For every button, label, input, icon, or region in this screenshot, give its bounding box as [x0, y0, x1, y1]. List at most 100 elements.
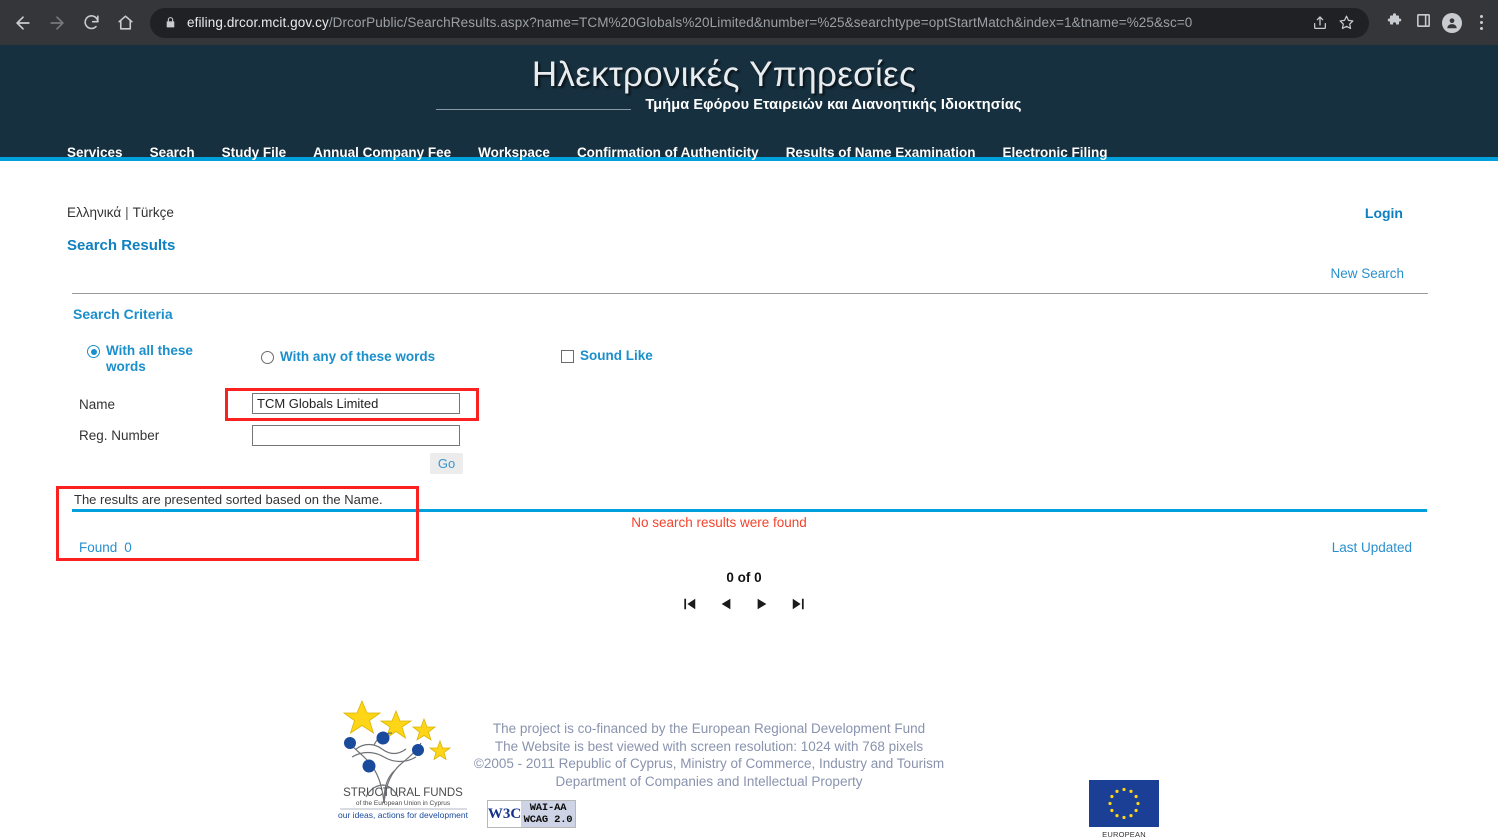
previous-page-button[interactable]: [718, 596, 734, 612]
w3c-badge-line2: WCAG 2.0: [523, 814, 573, 826]
footer-line-2: The Website is best viewed with screen r…: [494, 738, 924, 754]
share-icon: [1314, 15, 1326, 29]
address-bar[interactable]: efiling.drcor.mcit.gov.cy/DrcorPublic/Se…: [150, 7, 1369, 38]
previous-page-icon: [721, 598, 731, 610]
footer-line-4: Department of Companies and Intellectual…: [555, 773, 863, 789]
side-panel-button[interactable]: [1415, 12, 1432, 34]
nav-item-workspace[interactable]: Workspace: [478, 145, 550, 161]
pagination-buttons: [0, 596, 1488, 612]
language-switcher: Ελληνικά | Türkçe: [67, 205, 174, 220]
found-row: Found 0: [79, 540, 132, 555]
nav-item-electronic-filing[interactable]: Electronic Filing: [1003, 145, 1108, 161]
nav-item-annual-company-fee[interactable]: Annual Company Fee: [313, 145, 451, 161]
no-results-message: No search results were found: [631, 515, 807, 530]
back-button[interactable]: [8, 8, 38, 38]
nav-item-services[interactable]: Services: [67, 145, 123, 161]
title-rule: [436, 108, 632, 110]
language-greek[interactable]: Ελληνικά: [67, 205, 121, 220]
footer-text: The project is co-financed by the Europe…: [0, 720, 1498, 790]
found-count: 0: [124, 540, 132, 555]
first-page-button[interactable]: [682, 596, 698, 612]
new-search-link[interactable]: New Search: [1330, 266, 1404, 281]
footer-line-3: ©2005 - 2011 Republic of Cyprus, Ministr…: [473, 756, 945, 771]
next-page-icon: [757, 598, 767, 610]
reload-button[interactable]: [76, 8, 106, 38]
profile-avatar-icon: [1447, 17, 1457, 28]
chrome-menu-button[interactable]: [1472, 15, 1490, 30]
radio-indicator-any[interactable]: [261, 351, 274, 364]
home-button[interactable]: [110, 8, 140, 38]
checkbox-indicator-sound-like[interactable]: [561, 350, 574, 363]
divider: [72, 293, 1428, 294]
radio-label-all: With all these words: [106, 343, 193, 374]
language-turkish[interactable]: Türkçe: [133, 205, 174, 220]
go-button[interactable]: Go: [430, 453, 463, 474]
sorted-note: The results are presented sorted based o…: [74, 492, 383, 507]
nav-item-results-of-name-examination[interactable]: Results of Name Examination: [786, 145, 976, 161]
arrow-left-icon: [16, 15, 30, 30]
site-header: Ηλεκτρονικές Υπηρεσίες Τμήμα Εφόρου Εται…: [0, 45, 1498, 161]
radio-label-any: With any of these words: [280, 349, 436, 364]
login-link[interactable]: Login: [1365, 205, 1403, 221]
page-content: Ηλεκτρονικές Υπηρεσίες Τμήμα Εφόρου Εται…: [0, 45, 1498, 839]
header-titles: Ηλεκτρονικές Υπηρεσίες Τμήμα Εφόρου Εται…: [0, 55, 1498, 113]
name-field-label: Name: [79, 397, 116, 412]
chrome-toolbar-right: [1377, 11, 1490, 34]
first-page-icon: [684, 598, 696, 610]
sf-line3: our ideas, actions for development: [338, 810, 469, 820]
home-icon: [117, 15, 133, 30]
lock-icon: [164, 16, 177, 29]
eu-flag-caption: EUROPEAN UNION: [1102, 830, 1146, 839]
puzzle-icon: [1387, 13, 1402, 25]
star-icon: [1339, 15, 1354, 30]
w3c-wcag-badge[interactable]: W3C WAI-AA WCAG 2.0: [487, 800, 576, 828]
eu-stars-icon: [1108, 787, 1140, 820]
reg-number-field-label: Reg. Number: [79, 428, 160, 443]
site-subtitle: Τμήμα Εφόρου Εταιρειών και Διανοητικής Ι…: [645, 97, 1022, 114]
last-updated-link[interactable]: Last Updated: [1332, 540, 1412, 555]
site-title: Ηλεκτρονικές Υπηρεσίες: [531, 55, 917, 94]
w3c-badge-line1: WAI-AA: [529, 802, 567, 814]
reg-number-input[interactable]: [252, 425, 460, 446]
found-label: Found: [79, 540, 118, 555]
w3c-conformance: WAI-AA WCAG 2.0: [521, 801, 575, 827]
pagination: 0 of 0: [0, 570, 1498, 612]
arrow-right-icon: [50, 15, 64, 30]
w3c-logo: W3C: [488, 801, 521, 827]
footer-line-1: The project is co-financed by the Europe…: [492, 721, 926, 736]
checkbox-sound-like[interactable]: Sound Like: [561, 348, 653, 364]
language-separator: |: [125, 205, 129, 220]
radio-with-any-of-these-words[interactable]: With any of these words: [261, 349, 435, 365]
reload-icon: [83, 15, 99, 30]
url-text: efiling.drcor.mcit.gov.cy/DrcorPublic/Se…: [187, 15, 1302, 30]
url-host: efiling.drcor.mcit.gov.cy: [187, 15, 329, 30]
nav-item-study-file[interactable]: Study File: [222, 145, 287, 161]
browser-chrome: efiling.drcor.mcit.gov.cy/DrcorPublic/Se…: [0, 0, 1498, 45]
next-page-button[interactable]: [754, 596, 770, 612]
search-criteria-heading: Search Criteria: [73, 306, 173, 322]
radio-indicator-all[interactable]: [87, 345, 100, 358]
name-input[interactable]: [252, 393, 460, 414]
side-panel-icon: [1417, 13, 1430, 27]
pagination-count: 0 of 0: [726, 570, 762, 585]
eu-flag-image: [1089, 780, 1159, 827]
last-page-icon: [792, 598, 804, 610]
extensions-button[interactable]: [1387, 11, 1405, 34]
checkbox-label-sound-like: Sound Like: [580, 348, 653, 363]
profile-button[interactable]: [1442, 12, 1462, 33]
bookmark-button[interactable]: [1338, 14, 1355, 31]
forward-button[interactable]: [42, 8, 72, 38]
nav-item-search[interactable]: Search: [150, 145, 195, 161]
radio-with-all-these-words[interactable]: With all these words: [87, 343, 222, 375]
page-title: Search Results: [67, 237, 176, 254]
results-divider: [72, 509, 1427, 512]
last-page-button[interactable]: [790, 596, 806, 612]
european-union-flag: EUROPEAN UNION: [1089, 780, 1159, 839]
sf-line2: of the European Union in Cyprus: [356, 800, 451, 807]
main-navigation: Services Search Study File Annual Compan…: [0, 139, 1498, 161]
share-button[interactable]: [1312, 15, 1328, 31]
site-subtitle-row: Τμήμα Εφόρου Εταιρειών και Διανοητικής Ι…: [0, 97, 1498, 113]
nav-item-confirmation-of-authenticity[interactable]: Confirmation of Authenticity: [577, 145, 759, 161]
kebab-menu-icon: [1479, 15, 1483, 18]
url-path: /DrcorPublic/SearchResults.aspx?name=TCM…: [328, 15, 1193, 30]
